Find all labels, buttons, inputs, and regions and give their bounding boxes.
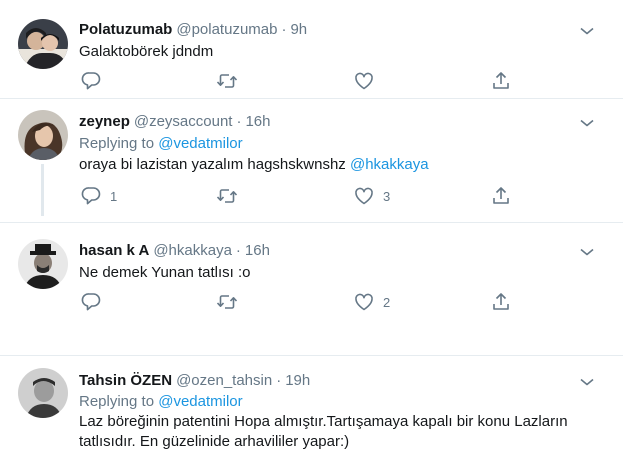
- avatar[interactable]: [18, 368, 68, 418]
- display-name[interactable]: Tahsin ÖZEN: [79, 372, 172, 389]
- replying-prefix: Replying to: [79, 393, 155, 410]
- tweet-text-line: tatlısıdır. En güzelinide arhavililer ya…: [79, 433, 350, 450]
- chevron-down-icon[interactable]: [578, 376, 596, 388]
- separator-dot: ·: [276, 372, 282, 389]
- tweet-text: Laz böreğinin patentini Hopa almıştır.Ta…: [79, 412, 568, 452]
- tweet-tahsin[interactable]: Tahsin ÖZEN @ozen_tahsin · 19h Replying …: [0, 0, 623, 455]
- tweet-header: Tahsin ÖZEN @ozen_tahsin · 19h: [79, 372, 310, 389]
- timestamp[interactable]: 19h: [285, 372, 310, 389]
- tweet-text-line: Laz böreğinin patentini Hopa almıştır.Ta…: [79, 413, 568, 430]
- replying-to: Replying to @vedatmilor: [79, 393, 243, 410]
- user-handle[interactable]: @ozen_tahsin: [176, 372, 272, 389]
- mention-link[interactable]: @vedatmilor: [158, 393, 242, 410]
